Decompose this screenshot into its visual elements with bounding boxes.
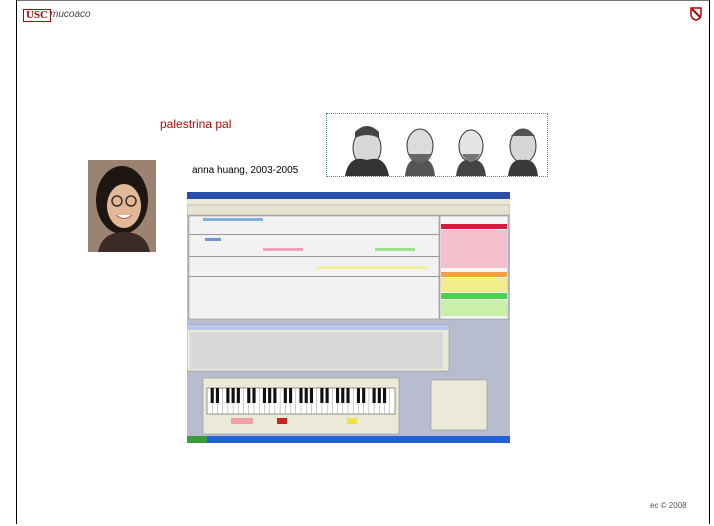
software-screenshot-image — [187, 192, 510, 443]
caption: anna huang, 2003-2005 — [192, 165, 299, 176]
black-key — [304, 388, 308, 403]
black-key — [231, 388, 235, 403]
black-key — [215, 388, 220, 403]
footer-copyright: ec © 2008 — [650, 501, 687, 510]
course-title: mucoaco — [50, 9, 91, 20]
composer-portrait-1 — [345, 126, 389, 176]
portrait-photo — [88, 160, 156, 252]
black-key — [335, 388, 340, 403]
black-key — [299, 388, 303, 403]
black-key — [262, 388, 267, 403]
black-key — [226, 388, 230, 403]
composer-portrait-4 — [508, 128, 538, 176]
black-key — [273, 388, 277, 403]
black-key — [283, 388, 287, 403]
black-key — [288, 388, 293, 403]
black-key — [320, 388, 324, 403]
portrait-image — [88, 160, 156, 252]
composer-portrait-2 — [405, 128, 435, 176]
composer-portrait-3 — [456, 129, 486, 176]
black-key — [236, 388, 240, 403]
black-key — [372, 388, 376, 403]
black-key — [377, 388, 381, 403]
composer-portraits-image — [345, 126, 538, 176]
black-key — [341, 388, 345, 403]
shield-icon — [690, 7, 702, 21]
black-key — [382, 388, 387, 403]
software-screenshot — [187, 192, 510, 443]
usc-logo: USC — [23, 9, 52, 22]
black-key — [247, 388, 251, 403]
black-key — [309, 388, 314, 403]
black-key — [346, 388, 350, 403]
black-key — [325, 388, 329, 403]
composer-portraits — [326, 113, 548, 177]
black-key — [210, 388, 214, 403]
black-key — [252, 388, 256, 403]
black-key — [268, 388, 272, 403]
slide-title: palestrina pal — [160, 117, 232, 131]
black-key — [362, 388, 366, 403]
black-key — [356, 388, 361, 403]
